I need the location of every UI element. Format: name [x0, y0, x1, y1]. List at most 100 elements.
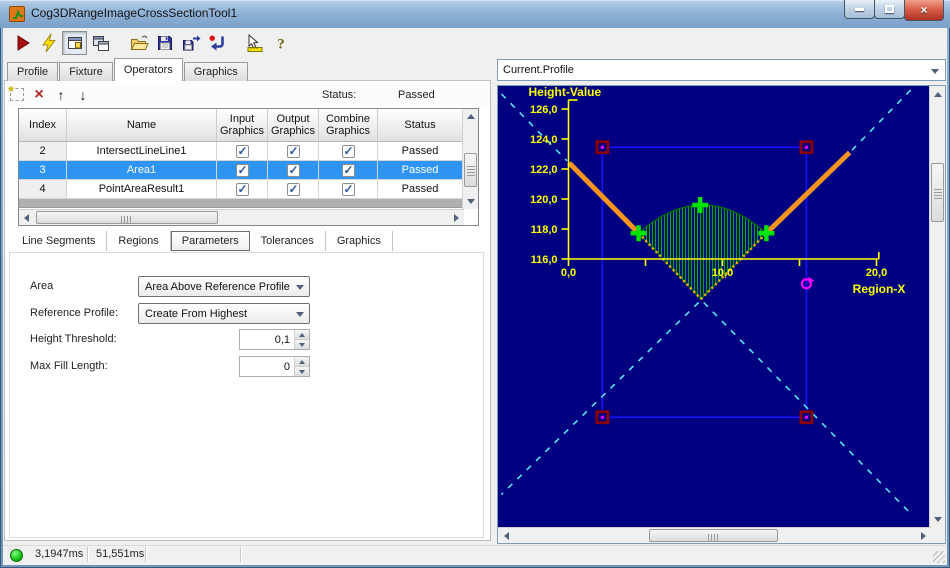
measure-tool-button[interactable]	[242, 31, 267, 55]
scroll-down-button[interactable]	[463, 194, 478, 209]
subtab-line-segments[interactable]: Line Segments	[11, 231, 108, 251]
cell-index: 2	[19, 142, 67, 160]
cell-input-graphics: ✓	[217, 142, 268, 160]
title-bar: Cog3DRangeImageCrossSectionTool1 ×	[0, 0, 950, 28]
operators-tab-page: × ↑ ↓ Status: Passed IndexNameInput Grap…	[4, 80, 491, 541]
subtab-parameters[interactable]: Parameters	[170, 231, 250, 251]
tab-graphics[interactable]: Graphics	[183, 62, 248, 81]
input-graphics-checkbox[interactable]: ✓	[235, 144, 249, 158]
close-button[interactable]: ×	[904, 0, 944, 21]
spin-down-button[interactable]	[295, 340, 309, 349]
tab-profile[interactable]: Profile	[7, 62, 59, 81]
scroll-right-button[interactable]	[915, 528, 931, 543]
minimize-button[interactable]	[844, 0, 875, 19]
window-title: Cog3DRangeImageCrossSectionTool1	[31, 6, 238, 20]
x-axis-title: Region-X	[853, 282, 906, 296]
column-header-combine-graphics[interactable]: Combine Graphics	[319, 109, 378, 141]
maximize-button[interactable]	[874, 0, 905, 19]
table-horizontal-scrollbar[interactable]	[19, 209, 464, 225]
scroll-left-icon	[503, 531, 509, 540]
y-axis-title: Height-Value	[529, 86, 602, 99]
arrow-down-icon: ↓	[79, 86, 87, 103]
output-graphics-checkbox[interactable]: ✓	[286, 144, 300, 158]
output-graphics-checkbox[interactable]: ✓	[286, 163, 300, 177]
chart-horizontal-scrollbar[interactable]	[498, 527, 931, 543]
max-fill-length-input[interactable]: 0	[239, 356, 310, 377]
move-down-button[interactable]: ↓	[72, 85, 94, 105]
float-window-button[interactable]	[88, 31, 113, 55]
scroll-thumb[interactable]	[931, 163, 944, 222]
run-electric-button[interactable]	[36, 31, 61, 55]
column-header-name[interactable]: Name	[67, 109, 217, 141]
add-operator-icon	[8, 83, 24, 101]
scroll-thumb[interactable]	[649, 529, 778, 542]
window: Cog3DRangeImageCrossSectionTool1 × ? Pro…	[0, 0, 950, 568]
save-as-button[interactable]	[178, 31, 203, 55]
table-row-4[interactable]: 4 PointAreaResult1 ✓ ✓ ✓ Passed	[19, 180, 478, 199]
chart-vertical-scrollbar[interactable]	[929, 86, 945, 527]
column-header-status[interactable]: Status	[378, 109, 463, 141]
scroll-down-button[interactable]	[930, 511, 945, 527]
scroll-left-button[interactable]	[498, 528, 514, 543]
height-threshold-input[interactable]: 0,1	[239, 329, 310, 350]
area-combobox[interactable]: Area Above Reference Profile	[138, 276, 310, 297]
table-vertical-scrollbar[interactable]	[462, 109, 478, 209]
profile-chart[interactable]: 116,0 118,0 120,0 122,0 124,0 126,0 0,0 10,0 20,…	[498, 85, 930, 527]
combine-graphics-checkbox[interactable]: ✓	[341, 162, 355, 177]
show-result-window-button[interactable]	[62, 31, 87, 55]
column-header-output-graphics[interactable]: Output Graphics	[268, 109, 319, 141]
profile-selector-combobox[interactable]: Current.Profile	[497, 59, 946, 81]
thumb-grip	[934, 186, 942, 199]
x-tick-label: 0,0	[561, 267, 576, 279]
subtab-regions[interactable]: Regions	[107, 231, 171, 251]
run-button[interactable]	[10, 31, 35, 55]
spinner-buttons	[294, 357, 309, 376]
status-led-icon	[10, 549, 23, 562]
spin-down-button[interactable]	[295, 367, 309, 376]
input-graphics-checkbox[interactable]: ✓	[235, 163, 249, 177]
chevron-down-icon	[296, 312, 304, 317]
operators-toolbar: × ↑ ↓ Status: Passed	[6, 82, 490, 107]
scroll-right-button[interactable]	[449, 210, 464, 225]
output-graphics-checkbox[interactable]: ✓	[286, 181, 300, 196]
move-up-button[interactable]: ↑	[50, 85, 72, 105]
scroll-thumb[interactable]	[36, 211, 218, 224]
close-icon: ×	[920, 3, 928, 17]
arrow-up-icon: ↑	[57, 86, 65, 103]
chart-background	[498, 86, 930, 527]
cell-output-graphics: ✓	[268, 161, 319, 179]
y-tick-label: 126,0	[530, 104, 558, 116]
table-row-3[interactable]: 3 Area1 ✓ ✓ ✓ Passed	[19, 161, 478, 180]
tab-fixture[interactable]: Fixture	[59, 62, 113, 81]
delete-icon: ×	[34, 85, 44, 103]
add-operator-button[interactable]	[6, 83, 28, 105]
spin-up-button[interactable]	[295, 330, 309, 340]
input-graphics-checkbox[interactable]: ✓	[235, 182, 249, 196]
spin-up-button[interactable]	[295, 357, 309, 367]
combine-graphics-checkbox[interactable]: ✓	[341, 182, 355, 196]
scroll-left-button[interactable]	[19, 210, 34, 225]
scroll-thumb[interactable]	[464, 153, 477, 187]
checkbox-checked-icon: ✓	[343, 162, 354, 177]
save-button[interactable]	[152, 31, 177, 55]
scroll-up-icon	[933, 91, 942, 97]
column-header-input-graphics[interactable]: Input Graphics	[217, 109, 268, 141]
combine-graphics-checkbox[interactable]: ✓	[341, 144, 355, 158]
reference-profile-combobox[interactable]: Create From Highest	[138, 303, 310, 324]
checkbox-checked-icon: ✓	[288, 181, 299, 196]
y-tick-label: 116,0	[531, 254, 558, 266]
scroll-up-button[interactable]	[463, 109, 478, 124]
save-icon	[157, 36, 172, 50]
resize-grip[interactable]	[933, 551, 945, 563]
subtab-graphics[interactable]: Graphics	[326, 231, 393, 251]
subtab-tolerances[interactable]: Tolerances	[250, 231, 326, 251]
scroll-up-button[interactable]	[930, 86, 945, 102]
open-file-button[interactable]	[126, 31, 151, 55]
spin-up-icon	[299, 332, 305, 337]
column-header-index[interactable]: Index	[19, 109, 67, 141]
tab-operators[interactable]: Operators	[113, 58, 183, 81]
table-row-2[interactable]: 2 IntersectLineLine1 ✓ ✓ ✓ Passed	[19, 142, 478, 161]
reset-button[interactable]	[204, 31, 229, 55]
delete-operator-button[interactable]: ×	[28, 85, 50, 105]
help-button[interactable]: ?	[268, 31, 293, 55]
